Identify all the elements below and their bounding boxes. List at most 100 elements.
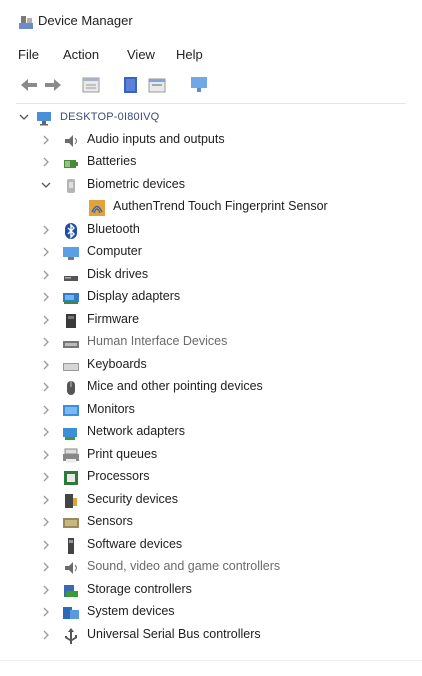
category-label: Storage controllers bbox=[87, 581, 192, 596]
expand-chevron-icon[interactable] bbox=[40, 560, 52, 574]
category-label: Keyboards bbox=[87, 356, 147, 371]
tree-node[interactable]: Computer bbox=[0, 242, 422, 264]
tree-node[interactable]: Processors bbox=[0, 467, 422, 489]
expand-chevron-icon[interactable] bbox=[40, 358, 52, 372]
expand-chevron-icon[interactable] bbox=[40, 245, 52, 259]
expand-chevron-icon[interactable] bbox=[40, 470, 52, 484]
toolbar bbox=[0, 74, 422, 98]
tree-node[interactable]: Biometric devices bbox=[0, 175, 422, 197]
expand-chevron-icon[interactable] bbox=[40, 380, 52, 394]
device-label: AuthenTrend Touch Fingerprint Sensor bbox=[113, 199, 328, 213]
firmware-icon bbox=[66, 313, 76, 328]
tree-node[interactable]: Software devices bbox=[0, 535, 422, 557]
tree-node[interactable]: Batteries bbox=[0, 152, 422, 174]
expand-chevron-icon[interactable] bbox=[40, 290, 52, 304]
tree-node[interactable]: Monitors bbox=[0, 400, 422, 422]
back-arrow-icon[interactable] bbox=[18, 74, 40, 96]
security-device-icon bbox=[65, 493, 77, 508]
menu-bar: File Action View Help bbox=[0, 44, 422, 66]
category-label: Network adapters bbox=[87, 424, 185, 438]
printer-icon bbox=[63, 448, 79, 463]
expand-chevron-icon[interactable] bbox=[40, 583, 52, 597]
expand-chevron-icon[interactable] bbox=[40, 425, 52, 439]
tree-node[interactable]: Keyboards bbox=[0, 355, 422, 377]
computer-icon bbox=[37, 112, 51, 126]
status-divider bbox=[0, 660, 422, 661]
help-icon[interactable] bbox=[120, 74, 142, 96]
tree-leaf[interactable]: AuthenTrend Touch Fingerprint Sensor bbox=[0, 197, 422, 219]
hid-icon bbox=[63, 341, 79, 348]
forward-arrow-icon[interactable] bbox=[42, 74, 64, 96]
expand-chevron-icon[interactable] bbox=[40, 628, 52, 642]
category-label: Sound, video and game controllers bbox=[87, 559, 281, 573]
battery-icon bbox=[64, 160, 78, 168]
expand-chevron-icon[interactable] bbox=[40, 133, 52, 147]
usb-icon bbox=[65, 627, 77, 644]
collapse-chevron-icon[interactable] bbox=[18, 110, 30, 124]
system-device-icon bbox=[63, 607, 79, 619]
expand-chevron-icon[interactable] bbox=[40, 448, 52, 462]
sensor-icon bbox=[63, 518, 79, 528]
category-label: Display adapters bbox=[87, 289, 181, 303]
fingerprint-sensor-icon bbox=[89, 200, 105, 216]
expand-chevron-icon[interactable] bbox=[40, 223, 52, 237]
tree-node[interactable]: Sensors bbox=[0, 512, 422, 534]
storage-controller-icon bbox=[64, 584, 78, 597]
tree-node[interactable]: Network adapters bbox=[0, 422, 422, 444]
tree-node[interactable]: Firmware bbox=[0, 310, 422, 332]
menu-help[interactable]: Help bbox=[176, 47, 203, 62]
expand-chevron-icon[interactable] bbox=[40, 515, 52, 529]
expand-chevron-icon[interactable] bbox=[40, 403, 52, 417]
category-label: Universal Serial Bus controllers bbox=[87, 626, 261, 641]
tree-node[interactable]: Display adapters bbox=[0, 287, 422, 309]
category-label: System devices bbox=[87, 604, 175, 618]
keyboard-icon bbox=[63, 362, 79, 371]
properties-icon[interactable] bbox=[80, 74, 102, 96]
tree-node[interactable]: Print queues bbox=[0, 445, 422, 467]
category-label: Biometric devices bbox=[87, 176, 185, 191]
category-label: Disk drives bbox=[87, 266, 149, 281]
expand-chevron-icon[interactable] bbox=[40, 313, 52, 327]
processor-icon bbox=[64, 471, 78, 485]
category-label: Human Interface Devices bbox=[87, 334, 228, 348]
expand-chevron-icon[interactable] bbox=[40, 335, 52, 349]
tree-node[interactable]: Sound, video and game controllers bbox=[0, 557, 422, 579]
menu-file[interactable]: File bbox=[18, 47, 39, 62]
bluetooth-icon bbox=[65, 222, 77, 239]
menu-view[interactable]: View bbox=[127, 47, 155, 62]
update-driver-icon[interactable] bbox=[146, 74, 168, 96]
tree-node[interactable]: Storage controllers bbox=[0, 580, 422, 602]
category-label: Security devices bbox=[87, 491, 179, 506]
network-adapter-icon bbox=[63, 428, 77, 440]
category-label: Audio inputs and outputs bbox=[87, 131, 225, 146]
tree-node[interactable]: Disk drives bbox=[0, 265, 422, 287]
tree-node[interactable]: Universal Serial Bus controllers bbox=[0, 625, 422, 647]
category-label: Mice and other pointing devices bbox=[87, 379, 263, 393]
category-label: Computer bbox=[87, 244, 142, 258]
expand-chevron-icon[interactable] bbox=[40, 493, 52, 507]
biometric-icon bbox=[67, 178, 75, 193]
menu-action[interactable]: Action bbox=[63, 47, 99, 62]
collapse-chevron-icon[interactable] bbox=[40, 178, 52, 192]
tree-node[interactable]: Security devices bbox=[0, 490, 422, 512]
tree-node[interactable]: Mice and other pointing devices bbox=[0, 377, 422, 399]
toolbar-divider bbox=[16, 103, 406, 104]
tree-node[interactable]: Human Interface Devices bbox=[0, 332, 422, 354]
device-manager-icon bbox=[19, 16, 33, 29]
tree-node[interactable]: Bluetooth bbox=[0, 220, 422, 242]
tree-node[interactable]: System devices bbox=[0, 602, 422, 624]
expand-chevron-icon[interactable] bbox=[40, 155, 52, 169]
speaker-icon bbox=[65, 134, 77, 147]
display-adapter-icon bbox=[63, 293, 79, 304]
tree-node[interactable]: Audio inputs and outputs bbox=[0, 130, 422, 152]
expand-chevron-icon[interactable] bbox=[40, 605, 52, 619]
expand-chevron-icon[interactable] bbox=[40, 268, 52, 282]
expand-chevron-icon[interactable] bbox=[40, 538, 52, 552]
window-title: Device Manager bbox=[38, 13, 133, 28]
monitor-icon[interactable] bbox=[188, 74, 210, 96]
category-label: Print queues bbox=[87, 446, 158, 461]
tree-root[interactable]: DESKTOP-0I80IVQ bbox=[0, 107, 422, 129]
category-label: Firmware bbox=[87, 311, 140, 326]
root-label: DESKTOP-0I80IVQ bbox=[60, 111, 160, 123]
category-label: Processors bbox=[87, 469, 150, 483]
